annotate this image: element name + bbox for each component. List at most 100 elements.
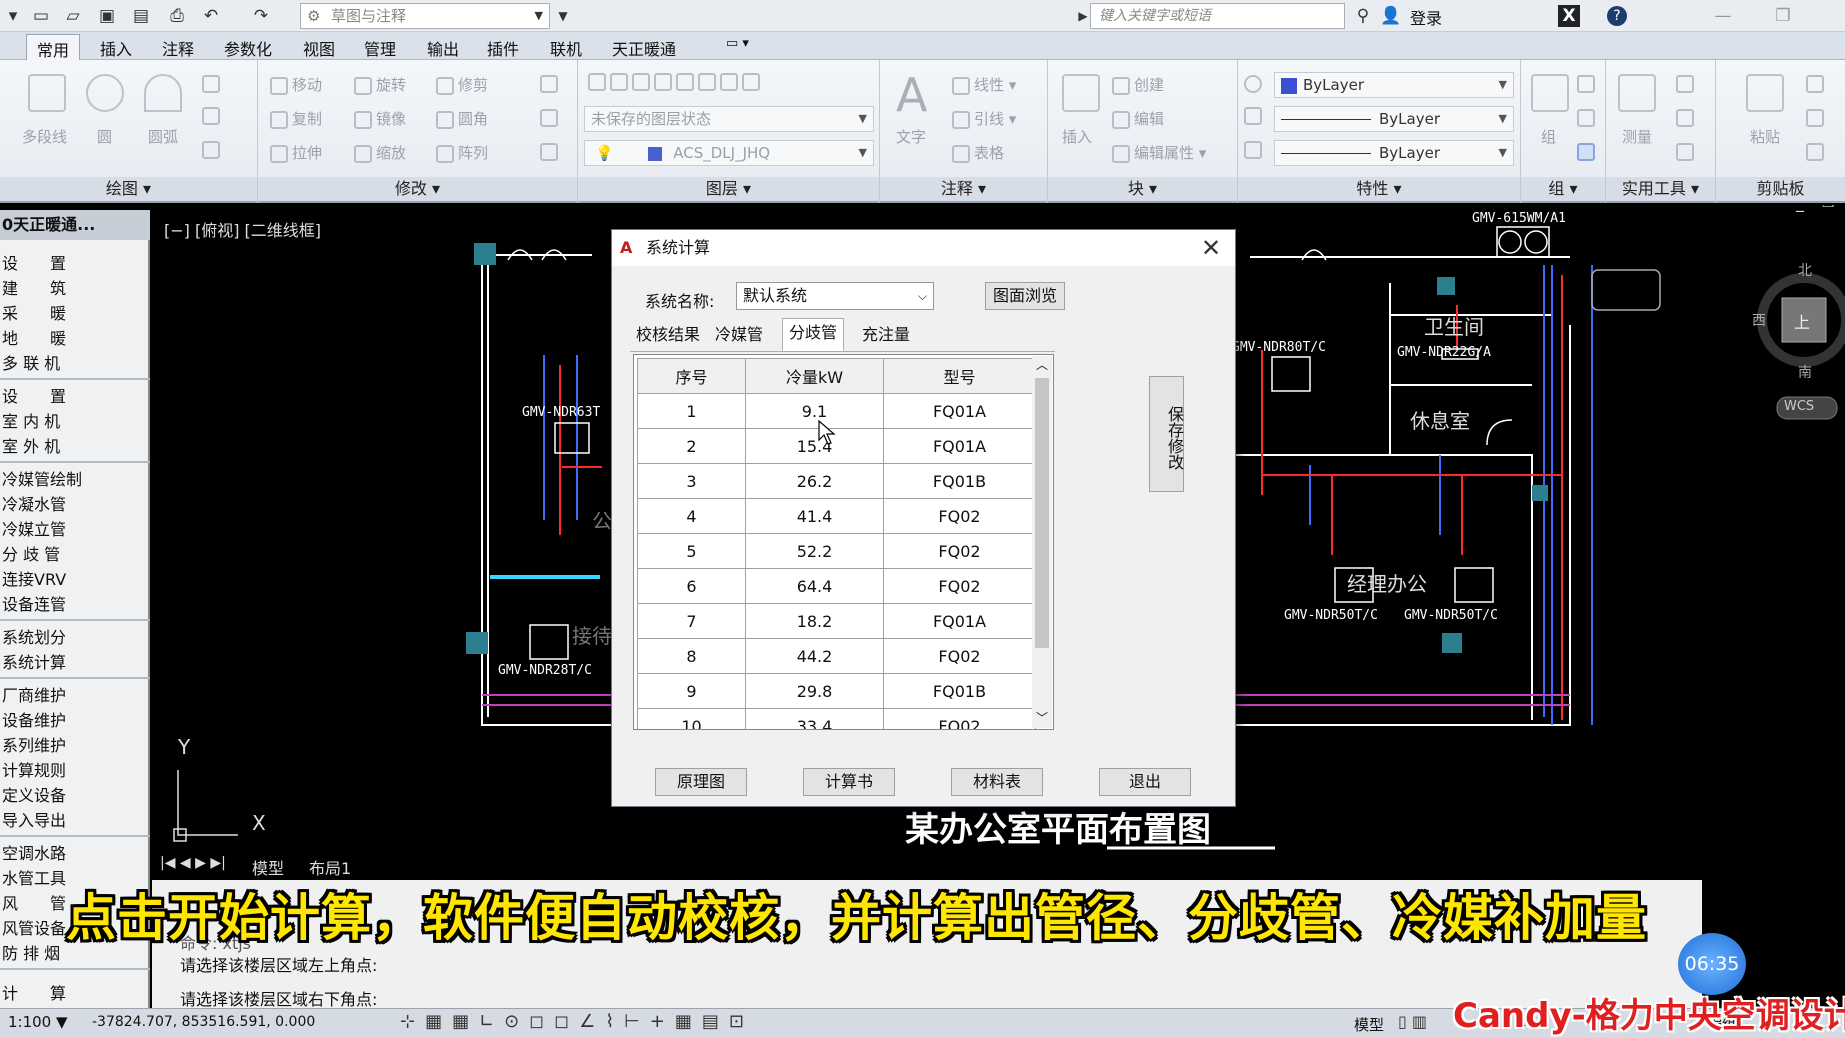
print-icon[interactable]: ⎙ — [166, 5, 188, 27]
scale-button[interactable]: 缩放 — [354, 142, 406, 163]
cell-capacity[interactable]: 15.4 — [745, 428, 884, 464]
cell-capacity[interactable]: 29.8 — [745, 673, 884, 709]
cell-index[interactable]: 10 — [637, 708, 746, 729]
select-all-icon[interactable] — [1676, 108, 1698, 127]
ungroup-icon[interactable] — [1577, 74, 1599, 93]
palette-item-condensate-pipe[interactable]: 冷凝水管 — [0, 492, 150, 517]
copy-button[interactable]: 复制 — [270, 108, 322, 129]
boundary-icon[interactable] — [202, 140, 224, 159]
table-row[interactable]: 10 33.4 FQ02 — [637, 708, 1036, 729]
compass-south[interactable]: 南 — [1798, 362, 1812, 382]
cell-index[interactable]: 2 — [637, 428, 746, 464]
insert-block-button[interactable]: 插入 — [1062, 126, 1092, 147]
layer-state-select[interactable]: 未保存的图层状态 ▼ — [584, 106, 874, 132]
group-edit-icon[interactable] — [1577, 108, 1599, 127]
current-layer-select[interactable]: 💡 ACS_DLJ_JHQ ▼ — [584, 140, 874, 166]
cell-model[interactable]: FQ02 — [883, 708, 1036, 729]
scale-select[interactable]: 1:100 ▼ — [8, 1013, 68, 1031]
palette-item-settings[interactable]: 设 置 — [0, 251, 150, 276]
cell-capacity[interactable]: 26.2 — [745, 463, 884, 499]
cell-index[interactable]: 6 — [637, 568, 746, 604]
polyline-button[interactable]: 多段线 — [22, 126, 67, 147]
color-select[interactable]: ByLayer ▼ — [1274, 72, 1514, 98]
lineweight-select[interactable]: ByLayer ▼ — [1274, 140, 1514, 166]
palette-item-floor-heating[interactable]: 地 暖 — [0, 326, 150, 351]
tab-branch-pipe[interactable]: 分歧管 — [782, 318, 845, 351]
measure-button[interactable]: 测量 — [1622, 126, 1652, 147]
palette-item-import-export[interactable]: 导入导出 — [0, 808, 150, 833]
stretch-button[interactable]: 拉伸 — [270, 142, 322, 163]
cell-capacity[interactable]: 41.4 — [745, 498, 884, 534]
mirror-button[interactable]: 镜像 — [354, 108, 406, 129]
drafting-toggle-icons[interactable]: ⊹▦▦∟⊙◻◻∠⌇⊢+▦▤⊡ — [400, 1011, 754, 1032]
palette-item-system-calculation[interactable]: 系统计算 — [0, 650, 150, 675]
cell-model[interactable]: FQ01A — [883, 393, 1036, 429]
cell-capacity[interactable]: 64.4 — [745, 568, 884, 604]
table-row[interactable]: 9 29.8 FQ01B — [637, 673, 1036, 709]
cell-index[interactable]: 4 — [637, 498, 746, 534]
paste-button[interactable]: 粘贴 — [1750, 126, 1780, 147]
draw-group-label[interactable]: 绘图 ▾ — [0, 177, 257, 201]
erase-icon[interactable] — [540, 74, 562, 93]
arc-icon[interactable] — [144, 74, 182, 112]
leader-button[interactable]: 引线 ▾ — [952, 108, 1016, 129]
cut-icon[interactable] — [1806, 74, 1828, 93]
schematic-button[interactable]: 原理图 — [655, 768, 747, 796]
lineweight-icon[interactable] — [1244, 140, 1266, 159]
tab-online[interactable]: 联机 — [550, 36, 582, 60]
quick-select-icon[interactable] — [1676, 74, 1698, 93]
move-button[interactable]: 移动 — [270, 74, 322, 95]
annotation-group-label[interactable]: 注释 ▾ — [880, 177, 1047, 201]
palette-item-vrf-settings[interactable]: 设 置 — [0, 384, 150, 409]
arc-button[interactable]: 圆弧 — [148, 126, 178, 147]
ribbon-options-icon[interactable]: ▭ ▾ — [726, 36, 749, 51]
user-icon[interactable]: 👤 — [1380, 5, 1402, 27]
cell-index[interactable]: 9 — [637, 673, 746, 709]
close-icon[interactable]: ✕ — [1197, 234, 1225, 262]
offset-icon[interactable] — [540, 142, 562, 161]
tab-tangent-hvac[interactable]: 天正暖通 — [612, 36, 676, 60]
properties-group-label[interactable]: 特性 ▾ — [1238, 177, 1520, 201]
cell-model[interactable]: FQ01A — [883, 603, 1036, 639]
palette-item-vendor-maintenance[interactable]: 厂商维护 — [0, 683, 150, 708]
palette-item-calculate[interactable]: 计 算 — [0, 981, 150, 1006]
scroll-up-icon[interactable]: ︿ — [1036, 356, 1048, 373]
text-button[interactable]: 文字 — [896, 126, 926, 147]
layout-icons[interactable]: ▯ ▥ — [1398, 1012, 1427, 1031]
insert-block-icon[interactable] — [1062, 74, 1100, 112]
palette-item-equipment-connect[interactable]: 设备连管 — [0, 592, 150, 617]
cell-model[interactable]: FQ01B — [883, 673, 1036, 709]
tab-check-results[interactable]: 校核结果 — [630, 321, 706, 351]
palette-item-calculation-rules[interactable]: 计算规则 — [0, 758, 150, 783]
cell-capacity[interactable]: 9.1 — [745, 393, 884, 429]
cell-index[interactable]: 8 — [637, 638, 746, 674]
group-button[interactable]: 组 — [1541, 126, 1556, 147]
layer-properties-icon[interactable] — [588, 72, 764, 91]
text-icon[interactable]: A — [896, 68, 927, 122]
cell-model[interactable]: FQ02 — [883, 568, 1036, 604]
palette-item-refrigerant-riser[interactable]: 冷媒立管 — [0, 517, 150, 542]
login-link[interactable]: 登录 — [1410, 5, 1442, 29]
tab-annotate[interactable]: 注释 — [162, 36, 194, 60]
palette-item-branch-pipe[interactable]: 分 歧 管 — [0, 542, 150, 567]
clipboard-group-label[interactable]: 剪贴板 — [1716, 177, 1845, 201]
edit-attributes-button[interactable]: 编辑属性 ▾ — [1112, 142, 1206, 163]
palette-item-heating[interactable]: 采 暖 — [0, 301, 150, 326]
cell-capacity[interactable]: 52.2 — [745, 533, 884, 569]
palette-item-outdoor-unit[interactable]: 室 外 机 — [0, 434, 150, 459]
cell-index[interactable]: 7 — [637, 603, 746, 639]
wcs-menu[interactable]: WCS — [1784, 399, 1814, 414]
viewcube-top[interactable]: 上 — [1794, 309, 1810, 333]
rotate-button[interactable]: 旋转 — [354, 74, 406, 95]
layout-nav-icons[interactable]: |◀ ◀ ▶ ▶| — [160, 855, 226, 871]
material-list-button[interactable]: 材料表 — [951, 768, 1043, 796]
create-block-button[interactable]: 创建 — [1112, 74, 1164, 95]
cell-model[interactable]: FQ02 — [883, 533, 1036, 569]
palette-item-indoor-unit[interactable]: 室 内 机 — [0, 409, 150, 434]
cell-capacity[interactable]: 44.2 — [745, 638, 884, 674]
cell-index[interactable]: 1 — [637, 393, 746, 429]
palette-item-building[interactable]: 建 筑 — [0, 276, 150, 301]
quick-access-dropdown-icon[interactable]: ▼ — [552, 5, 574, 27]
new-icon[interactable]: ▭ — [30, 5, 52, 27]
linear-dimension-button[interactable]: 线性 ▾ — [952, 74, 1016, 95]
